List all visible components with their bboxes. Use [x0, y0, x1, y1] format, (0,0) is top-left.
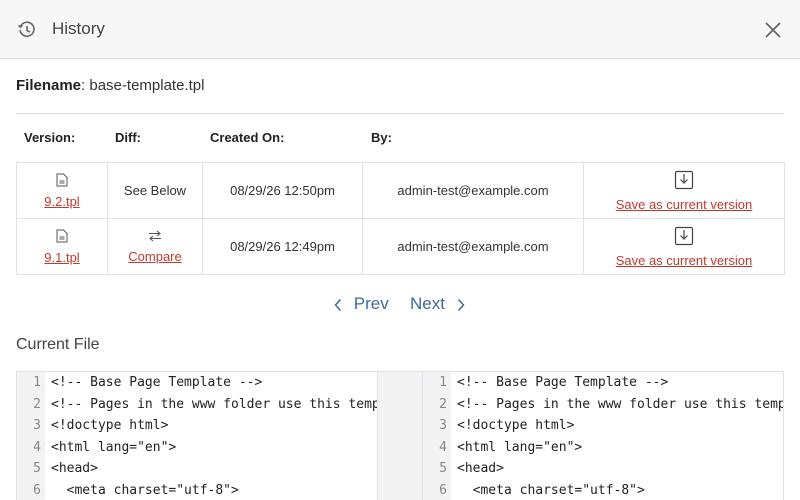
line-number: 2	[17, 393, 45, 415]
line-number: 2	[423, 393, 451, 415]
close-icon[interactable]	[762, 19, 784, 41]
history-header: History	[0, 0, 800, 59]
author-value: admin-test@example.com	[397, 239, 549, 254]
filename-separator: :	[81, 77, 86, 94]
compare-link[interactable]: Compare	[128, 249, 181, 264]
table-row: 9.1.tpl Compare 08/29/26 12:49pm admin-t…	[16, 218, 785, 275]
swap-arrows-icon	[149, 230, 161, 241]
download-icon[interactable]	[674, 226, 694, 246]
code-text: <html lang="en">	[51, 439, 177, 455]
code-line: 3 <!doctype html>	[17, 415, 377, 437]
code-line: 6 <meta charset="utf-8">	[17, 479, 377, 500]
prev-label: Prev	[353, 294, 389, 313]
code-text: <!-- Pages in the www folder use this te…	[457, 396, 784, 412]
code-text: <!doctype html>	[51, 418, 169, 433]
line-number: 4	[423, 436, 451, 458]
code-text: <meta charset="utf-8">	[51, 482, 239, 498]
chevron-left-icon	[334, 298, 342, 311]
code-text: <!-- Base Page Template -->	[51, 375, 263, 390]
next-button[interactable]: Next	[410, 294, 466, 314]
save-as-current-link[interactable]: Save as current version	[616, 197, 753, 212]
code-text: <html lang="en">	[457, 439, 583, 455]
file-icon	[56, 173, 68, 186]
code-line: 5 <head>	[17, 458, 377, 480]
code-line: 2 <!-- Pages in the www folder use this t…	[17, 393, 378, 415]
filename-label: Filename	[16, 77, 82, 94]
author-value: admin-test@example.com	[397, 183, 549, 198]
line-number: 3	[423, 415, 451, 437]
code-text: <!-- Pages in the www folder use this te…	[51, 396, 378, 412]
dialog-title: History	[52, 19, 105, 38]
line-number: 6	[423, 479, 451, 500]
table-row: 9.2.tpl See Below 08/29/26 12:50pm admin…	[16, 162, 785, 219]
divider	[16, 113, 783, 114]
version-link[interactable]: 9.2.tpl	[44, 194, 79, 209]
code-text: <meta charset="utf-8">	[457, 482, 645, 498]
code-text: <head>	[457, 461, 504, 476]
created-on-value: 08/29/26 12:50pm	[230, 183, 335, 198]
code-line: 3 <!doctype html>	[423, 415, 783, 437]
filename-value: base-template.tpl	[89, 77, 205, 94]
chevron-right-icon	[457, 298, 465, 311]
diff-text: See Below	[123, 183, 187, 198]
line-number: 1	[17, 372, 45, 394]
file-icon	[56, 229, 68, 242]
code-line: 1 <!-- Base Page Template -->	[423, 372, 783, 394]
created-on-value: 08/29/26 12:49pm	[230, 239, 335, 254]
current-file-title: Current File	[16, 336, 100, 353]
clock-history-icon	[17, 21, 35, 37]
save-as-current-link[interactable]: Save as current version	[616, 253, 753, 268]
version-link[interactable]: 9.1.tpl	[44, 250, 79, 265]
col-by: By:	[371, 130, 392, 145]
versions-table: 9.2.tpl See Below 08/29/26 12:50pm admin…	[16, 162, 785, 275]
col-created-on: Created On:	[210, 130, 285, 145]
code-line: 1 <!-- Base Page Template -->	[17, 372, 377, 394]
line-number: 1	[423, 372, 451, 394]
code-text: <!doctype html>	[457, 418, 575, 433]
code-line: 4 <html lang="en">	[17, 436, 377, 458]
code-text: <!-- Base Page Template -->	[457, 375, 669, 390]
line-number: 5	[17, 458, 45, 480]
filename-row: Filename: base-template.tpl	[16, 77, 204, 94]
code-line: 6 <meta charset="utf-8">	[423, 479, 783, 500]
code-pane-left[interactable]: 1 <!-- Base Page Template --> 2 <!-- Pages…	[16, 371, 378, 500]
line-number: 5	[423, 458, 451, 480]
line-number: 4	[17, 436, 45, 458]
prev-button[interactable]: Prev	[333, 294, 389, 314]
code-line: 2 <!-- Pages in the www folder use this t…	[423, 393, 784, 415]
diff-gutter	[378, 371, 422, 500]
line-number: 3	[17, 415, 45, 437]
next-label: Next	[410, 294, 445, 313]
col-version: Version:	[24, 130, 76, 145]
code-line: 5 <head>	[423, 458, 783, 480]
code-pane-right[interactable]: 1 <!-- Base Page Template --> 2 <!-- Pages…	[422, 371, 784, 500]
code-line: 4 <html lang="en">	[423, 436, 783, 458]
download-icon[interactable]	[674, 170, 694, 190]
line-number: 6	[17, 479, 45, 500]
code-text: <head>	[51, 461, 98, 476]
col-diff: Diff:	[115, 130, 141, 145]
